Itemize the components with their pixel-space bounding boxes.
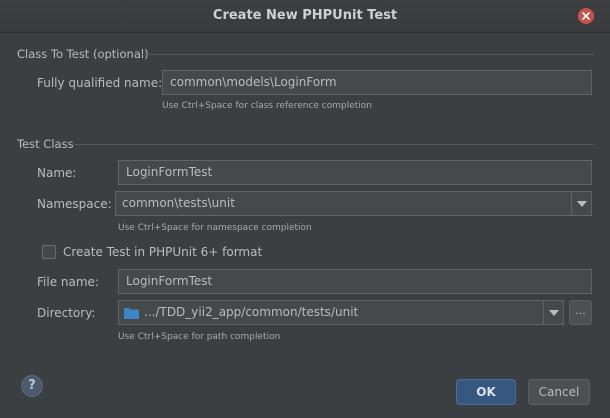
fqn-hint: Use Ctrl+Space for class reference compl… — [162, 101, 373, 111]
namespace-combobox[interactable]: common\tests\unit — [115, 191, 592, 216]
phpunit6-label[interactable]: Create Test in PHPUnit 6+ format — [63, 245, 262, 259]
directory-hint: Use Ctrl+Space for path completion — [118, 332, 281, 342]
name-input[interactable]: LoginFormTest — [118, 160, 592, 185]
file-name-input[interactable]: LoginFormTest — [118, 269, 592, 294]
close-button[interactable] — [578, 8, 594, 24]
namespace-dropdown-button[interactable] — [571, 192, 591, 215]
title-bar: Create New PHPUnit Test — [0, 0, 610, 33]
browse-directory-button[interactable]: ... — [569, 300, 592, 325]
chevron-down-icon — [577, 201, 587, 207]
directory-combobox[interactable]: .../TDD_yii2_app/common/tests/unit — [118, 300, 564, 325]
help-icon[interactable]: ? — [21, 375, 43, 397]
namespace-hint: Use Ctrl+Space for namespace completion — [118, 223, 312, 233]
ok-button[interactable]: OK — [456, 379, 516, 405]
dialog-body: Class To Test (optional) Fully qualified… — [0, 33, 610, 418]
window-title: Create New PHPUnit Test — [212, 8, 398, 23]
fqn-label: Fully qualified name: — [37, 76, 163, 90]
fqn-input[interactable]: common\models\LoginForm — [162, 70, 592, 95]
file-name-label: File name: — [37, 275, 99, 289]
name-label: Name: — [37, 166, 77, 180]
directory-label: Directory: — [37, 306, 96, 320]
section-divider — [142, 54, 594, 55]
chevron-down-icon — [549, 310, 559, 316]
namespace-value: common\tests\unit — [122, 196, 235, 210]
section-divider — [74, 144, 594, 145]
directory-dropdown-button[interactable] — [543, 301, 563, 324]
section-class-to-test: Class To Test (optional) — [17, 47, 149, 61]
cancel-button[interactable]: Cancel — [528, 379, 590, 405]
namespace-label: Namespace: — [37, 197, 112, 211]
directory-value: .../TDD_yii2_app/common/tests/unit — [144, 305, 359, 319]
section-test-class: Test Class — [17, 137, 74, 151]
close-icon — [582, 12, 590, 20]
folder-icon — [124, 308, 139, 319]
phpunit6-checkbox[interactable] — [42, 245, 56, 259]
